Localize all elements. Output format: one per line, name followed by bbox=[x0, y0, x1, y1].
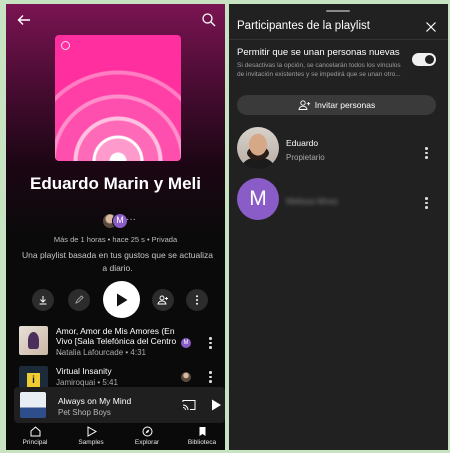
mini-player[interactable]: Always on My Mind Pet Shop Boys bbox=[14, 387, 225, 423]
nav-principal[interactable]: Principal bbox=[10, 426, 60, 446]
play-button[interactable] bbox=[103, 281, 140, 318]
allow-join-toggle[interactable] bbox=[412, 53, 436, 66]
playlist-screen: Eduardo Marin y Meli M ··· Más de 1 hora… bbox=[6, 4, 225, 450]
nav-label: Principal bbox=[22, 439, 48, 446]
cast-icon[interactable] bbox=[182, 399, 196, 411]
playlist-meta: Más de 1 horas • hace 25 s • Privada bbox=[53, 235, 178, 244]
added-by-avatar: M bbox=[181, 338, 191, 348]
nav-biblioteca[interactable]: Biblioteca bbox=[177, 426, 225, 446]
playlist-cover bbox=[55, 35, 181, 161]
bottom-nav: Principal Samples Explorar Biblioteca bbox=[6, 424, 225, 450]
more-options-button[interactable] bbox=[186, 289, 208, 311]
nav-explorar[interactable]: Explorar bbox=[122, 426, 172, 446]
allow-join-note: Si desactivas la opción, se cancelarán t… bbox=[237, 62, 401, 78]
library-icon bbox=[199, 427, 205, 436]
top-bar bbox=[6, 4, 225, 36]
track-subtitle: Jamiroquai • 5:41 bbox=[56, 378, 118, 387]
track-more-icon[interactable] bbox=[209, 371, 213, 385]
toggle-knob bbox=[425, 55, 434, 64]
member-row: Eduardo Propietario bbox=[229, 127, 448, 171]
participants-panel: Participantes de la playlist Permitir qu… bbox=[229, 4, 448, 450]
drag-handle[interactable] bbox=[326, 10, 350, 12]
cover-badge-icon bbox=[61, 41, 70, 50]
member-role: Propietario bbox=[286, 153, 325, 162]
member-avatar bbox=[237, 127, 279, 169]
mini-play-icon[interactable] bbox=[210, 399, 222, 411]
member-row: M Melissa Mnaz bbox=[229, 178, 448, 222]
search-icon[interactable] bbox=[201, 12, 217, 28]
member-name-blurred: Melissa Mnaz bbox=[286, 196, 338, 206]
add-person-icon bbox=[157, 295, 168, 305]
mini-player-thumbnail bbox=[20, 392, 46, 418]
nav-label: Biblioteca bbox=[187, 439, 217, 446]
track-thumbnail bbox=[19, 326, 48, 355]
invite-label: Invitar personas bbox=[314, 100, 376, 110]
track-row[interactable]: Amor, Amor de Mis Amores (En Vivo [Sala … bbox=[6, 326, 225, 360]
samples-icon bbox=[87, 426, 97, 437]
allow-join-label: Permitir que se unan personas nuevas bbox=[237, 47, 400, 58]
nav-label: Explorar bbox=[134, 439, 160, 446]
home-icon bbox=[30, 426, 40, 437]
close-icon[interactable] bbox=[425, 21, 437, 33]
track-title: Virtual Insanity bbox=[56, 366, 112, 376]
explore-icon bbox=[142, 426, 152, 437]
nav-label: Samples bbox=[78, 439, 104, 446]
divider bbox=[229, 39, 448, 40]
more-vert-icon bbox=[196, 295, 198, 305]
playlist-description: Una playlist basada en tus gustos que se… bbox=[22, 250, 213, 273]
mini-player-artist: Pet Shop Boys bbox=[58, 408, 111, 417]
track-subtitle: Natalia Lafourcade • 4:31 bbox=[56, 348, 146, 357]
screenshot-frame: Eduardo Marin y Meli M ··· Más de 1 hora… bbox=[2, 2, 448, 451]
added-by-avatar bbox=[181, 372, 191, 382]
add-person-icon bbox=[298, 100, 310, 110]
download-button[interactable] bbox=[32, 289, 54, 311]
panel-title: Participantes de la playlist bbox=[237, 20, 370, 32]
member-more-icon[interactable] bbox=[425, 147, 429, 161]
member-more-icon[interactable] bbox=[425, 197, 429, 211]
playlist-owners[interactable]: M ··· bbox=[102, 213, 142, 231]
back-arrow-icon[interactable] bbox=[16, 12, 32, 28]
pencil-icon bbox=[75, 295, 84, 304]
album-art-glyph: i bbox=[27, 373, 40, 388]
edit-button[interactable] bbox=[68, 289, 90, 311]
mini-player-title: Always on My Mind bbox=[58, 396, 132, 406]
playlist-title: Eduardo Marin y Meli bbox=[30, 174, 201, 193]
download-icon bbox=[39, 296, 47, 305]
nav-samples[interactable]: Samples bbox=[66, 426, 116, 446]
invite-people-button[interactable]: Invitar personas bbox=[237, 95, 436, 115]
play-icon bbox=[116, 293, 127, 306]
collaborators-button[interactable] bbox=[152, 289, 174, 311]
member-name: Eduardo bbox=[286, 138, 319, 148]
track-more-icon[interactable] bbox=[209, 337, 213, 351]
more-owners-icon: ··· bbox=[126, 214, 136, 225]
member-avatar: M bbox=[237, 178, 279, 220]
